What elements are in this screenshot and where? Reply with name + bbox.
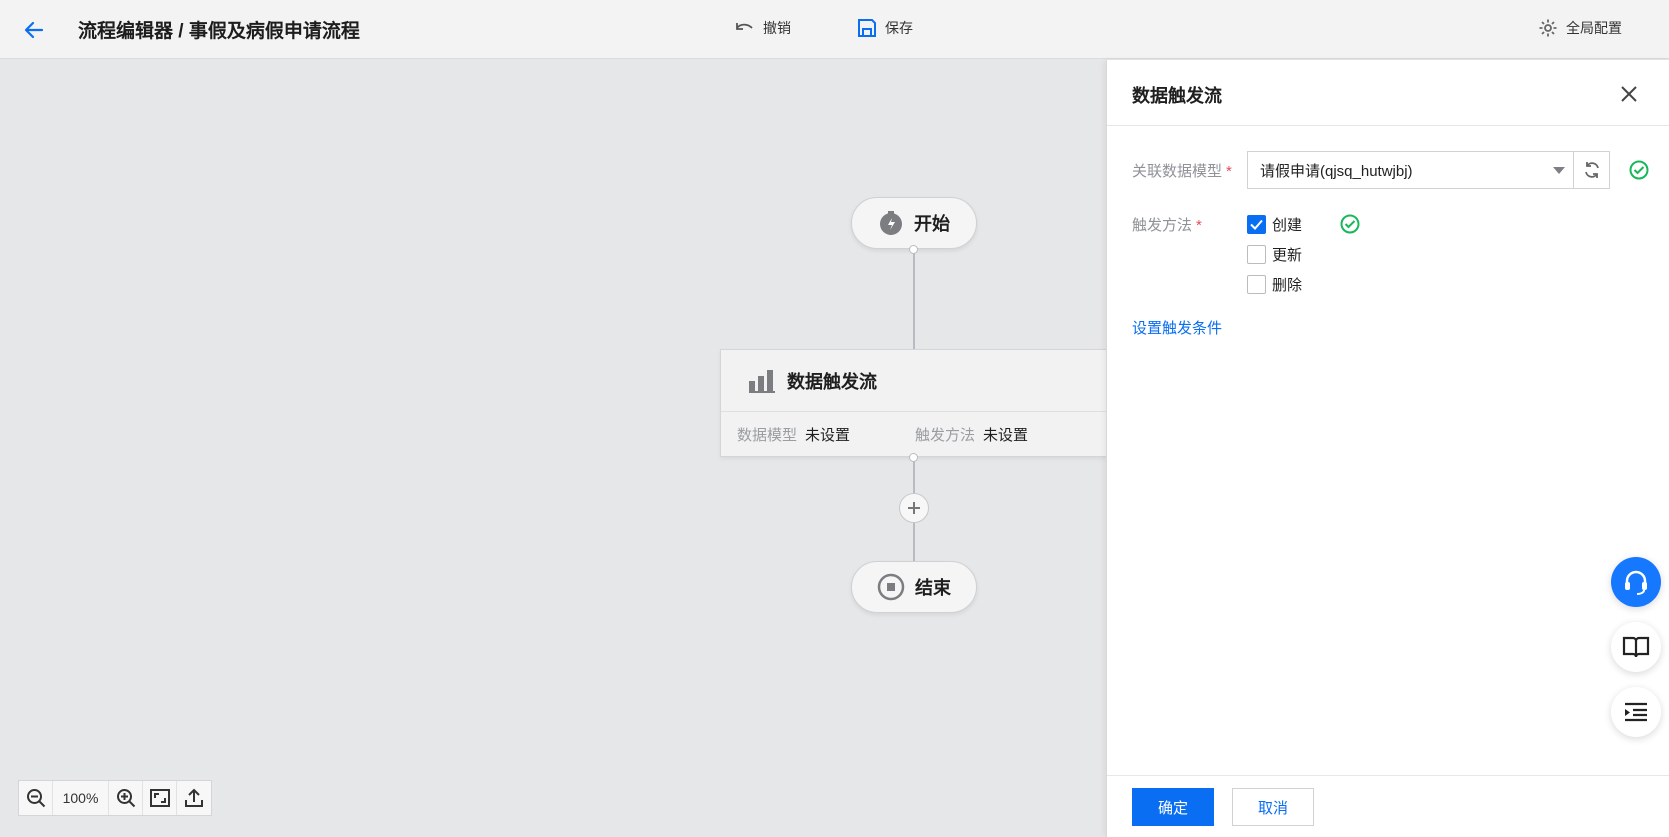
port-dot (909, 245, 918, 254)
checkbox-box[interactable] (1247, 245, 1266, 264)
required-mark: * (1196, 217, 1202, 234)
node-header: 数据触发流 (721, 350, 1106, 412)
plus-icon (908, 502, 920, 514)
save-button[interactable]: 保存 (857, 18, 913, 38)
model-field-label: 关联数据模型 * (1132, 160, 1232, 181)
back-arrow-icon[interactable] (22, 18, 46, 42)
drawer-title: 数据触发流 (1132, 86, 1222, 106)
node-body: 数据模型 未设置 触发方法 未设置 (721, 412, 1106, 457)
method-field-label-text: 触发方法 (1132, 217, 1193, 234)
required-mark: * (1226, 163, 1232, 180)
start-label: 开始 (914, 214, 950, 234)
outline-button[interactable] (1611, 687, 1661, 737)
model-field-label-text: 关联数据模型 (1132, 163, 1223, 180)
zoom-level: 100% (53, 781, 109, 815)
model-select[interactable]: 请假申请(qjsq_hutwjbj) (1247, 151, 1574, 189)
zoom-in-button[interactable] (109, 781, 143, 815)
config-drawer: 数据触发流 关联数据模型 * 请假申请(qjsq_hutwjbj) 触发方法 * 创… (1106, 60, 1669, 837)
method-field-label: 触发方法 * (1132, 214, 1202, 235)
fit-screen-icon (149, 789, 170, 807)
zoom-toolbar: 100% (18, 780, 212, 816)
method-update-checkbox[interactable]: 更新 (1247, 244, 1302, 265)
headset-icon (1625, 570, 1647, 595)
save-label: 保存 (885, 20, 913, 36)
node-model-value: 未设置 (805, 427, 851, 444)
model-select-value: 请假申请(qjsq_hutwjbj) (1260, 162, 1413, 180)
flow-canvas[interactable]: 开始 数据触发流 数据模型 未设置 触发方法 未设置 结束 100% (0, 60, 1106, 837)
gear-icon (1539, 19, 1557, 37)
page-title: 流程编辑器 / 事假及病假申请流程 (78, 21, 360, 42)
set-condition-link[interactable]: 设置触发条件 (1132, 317, 1222, 338)
end-node[interactable]: 结束 (851, 561, 977, 613)
export-icon (185, 788, 203, 807)
success-check-icon (1629, 160, 1649, 180)
undo-label: 撤销 (763, 20, 791, 36)
stop-icon (877, 573, 905, 601)
close-icon[interactable] (1619, 84, 1639, 104)
undo-button[interactable]: 撤销 (733, 18, 791, 38)
drawer-header: 数据触发流 (1107, 60, 1669, 126)
cancel-button[interactable]: 取消 (1232, 788, 1314, 826)
success-check-icon (1340, 214, 1360, 234)
export-button[interactable] (177, 781, 211, 815)
confirm-button[interactable]: 确定 (1132, 788, 1214, 826)
start-node[interactable]: 开始 (851, 197, 977, 249)
outline-icon (1625, 702, 1647, 722)
checkbox-box[interactable] (1247, 275, 1266, 294)
zoom-out-button[interactable] (19, 781, 53, 815)
top-bar: 流程编辑器 / 事假及病假申请流程 撤销 保存 全局配置 (0, 0, 1669, 59)
node-title: 数据触发流 (787, 371, 877, 392)
node-model-label: 数据模型 (737, 427, 798, 444)
data-trigger-node[interactable]: 数据触发流 数据模型 未设置 触发方法 未设置 (720, 349, 1106, 457)
method-delete-checkbox[interactable]: 删除 (1247, 274, 1302, 295)
undo-icon (736, 23, 753, 30)
zoom-in-icon (116, 789, 135, 808)
add-node-button[interactable] (899, 493, 929, 523)
port-dot (909, 453, 918, 462)
end-label: 结束 (915, 578, 951, 598)
drawer-footer: 确定 取消 (1107, 775, 1669, 837)
method-update-label: 更新 (1272, 247, 1303, 264)
fit-screen-button[interactable] (143, 781, 177, 815)
method-create-label: 创建 (1272, 217, 1303, 234)
chevron-down-icon (1553, 167, 1565, 174)
node-method-label: 触发方法 (915, 427, 976, 444)
stopwatch-icon (880, 211, 902, 235)
zoom-out-icon (26, 789, 45, 808)
global-config-label: 全局配置 (1566, 20, 1622, 36)
connector-line (913, 250, 915, 349)
global-config-button[interactable]: 全局配置 (1538, 18, 1622, 38)
save-icon (858, 19, 876, 37)
refresh-button[interactable] (1573, 151, 1610, 189)
refresh-icon (1584, 162, 1599, 178)
checkbox-box[interactable] (1247, 215, 1266, 234)
support-button[interactable] (1611, 557, 1661, 607)
bar-chart-icon (749, 369, 775, 393)
node-method-value: 未设置 (983, 427, 1029, 444)
docs-button[interactable] (1611, 622, 1661, 672)
method-create-checkbox[interactable]: 创建 (1247, 214, 1302, 235)
checkmark-icon (1250, 219, 1263, 230)
method-delete-label: 删除 (1272, 277, 1303, 294)
book-icon (1622, 636, 1650, 658)
